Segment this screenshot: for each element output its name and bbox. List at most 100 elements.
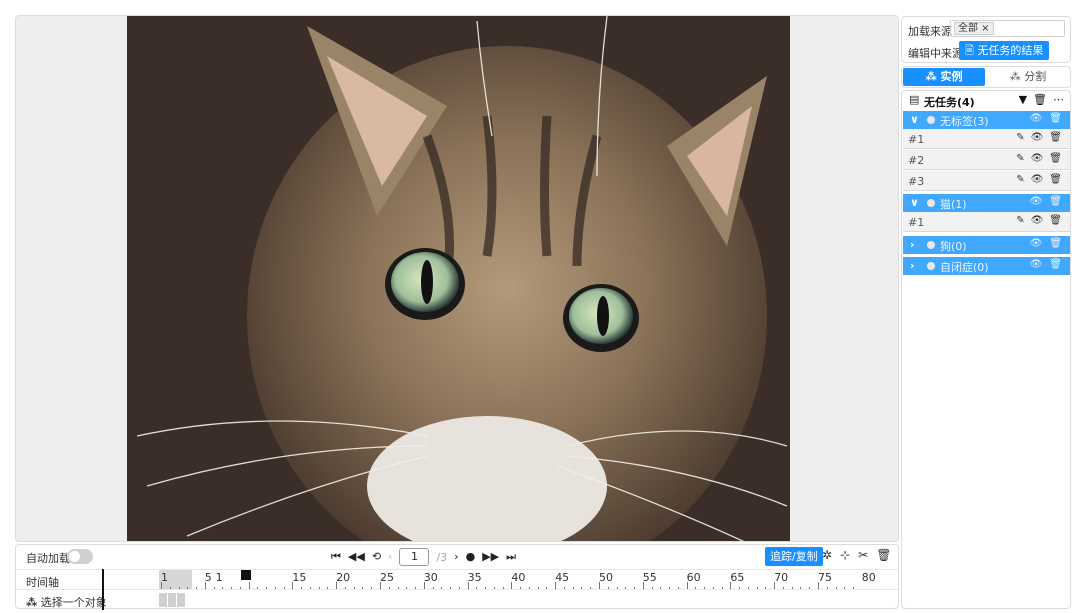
objects-icon: ⁂	[26, 596, 38, 609]
frame-number-input[interactable]: 1	[399, 548, 430, 566]
list-item[interactable]: #3 ✎ 👁 🗑	[903, 171, 1070, 191]
prev-frame-icon[interactable]: ‹	[388, 548, 392, 566]
settings-icon[interactable]: ✲	[822, 548, 832, 562]
instances-icon: ⁂	[925, 70, 937, 83]
select-object-label: ⁂ 选择一个对象	[26, 596, 107, 609]
delete-icon[interactable]: 🗑	[1049, 259, 1062, 270]
chevron-right-icon[interactable]: ›	[910, 238, 915, 251]
list-item[interactable]: #1 ✎ 👁 🗑	[903, 129, 1070, 149]
track-cell[interactable]	[159, 593, 167, 607]
delete-icon[interactable]: 🗑	[1049, 215, 1062, 226]
instance-list: ▤ 无任务(4) ▼ 🗑 ⋯ ∨ 无标签(3) 👁 🗑 #1 ✎ 👁 🗑 #2 ✎ 👁 🗑…	[901, 90, 1071, 609]
instance-label: #3	[908, 175, 925, 188]
delete-icon[interactable]: 🗑	[1049, 174, 1062, 185]
split-icon[interactable]: ⊹	[840, 548, 850, 562]
rewind-icon[interactable]: ◀◀	[348, 548, 365, 566]
edit-icon[interactable]: ✎	[1016, 215, 1024, 226]
object-track-cells[interactable]	[159, 593, 185, 607]
eye-icon[interactable]: 👁	[1030, 113, 1043, 124]
play-icon[interactable]: ●	[466, 548, 476, 566]
eye-icon[interactable]: 👁	[1030, 196, 1043, 207]
fast-forward-icon[interactable]: ▶▶	[482, 548, 499, 566]
image-canvas[interactable]	[15, 15, 899, 542]
last-frame-icon[interactable]: ⏭	[506, 548, 516, 566]
delete-icon[interactable]: 🗑	[1033, 93, 1047, 106]
task-title: 无任务(4)	[924, 96, 975, 109]
ruler-tick-label: 50	[599, 571, 613, 584]
next-frame-icon[interactable]: ›	[454, 548, 458, 566]
ruler-tick-label: 40	[511, 571, 526, 584]
playhead-handle[interactable]	[241, 570, 251, 580]
more-icon[interactable]: ⋯	[1053, 93, 1064, 106]
task-header: ▤ 无任务(4) ▼ 🗑 ⋯	[902, 91, 1070, 111]
load-source-select[interactable]: 全部 ×	[950, 20, 1065, 37]
eye-icon[interactable]: 👁	[1031, 132, 1044, 143]
ruler-tick-label: 25	[380, 571, 394, 584]
group-cat[interactable]: ∨ 猫(1) 👁 🗑	[903, 194, 1070, 212]
task-doc-icon: ▤	[909, 93, 920, 106]
load-source-label: 加载来源	[908, 25, 952, 38]
track-copy-button[interactable]: 追踪/复制	[765, 547, 823, 566]
group-label: 猫(1)	[940, 198, 967, 211]
ruler-tick-label: 70	[774, 571, 789, 584]
timeline-tools: ✲ ⊹ ✂ 🗑	[822, 548, 891, 562]
ruler-tick-label: 30	[423, 571, 438, 584]
timeline-row: 时间轴 1 5 1 15 20 25 30 35 40 45 50 55 60 65 70 75 80	[16, 569, 898, 590]
group-label: 无标签(3)	[940, 115, 989, 128]
source-panel: 加载来源 全部 × 编辑中来源 🗎 无任务的结果	[901, 16, 1071, 63]
tab-instances[interactable]: ⁂ 实例	[903, 68, 985, 86]
segmentation-icon: ⁂	[1009, 70, 1021, 83]
eye-icon[interactable]: 👁	[1031, 174, 1044, 185]
group-autism[interactable]: › 自闭症(0) 👁 🗑	[903, 257, 1070, 275]
group-label: 自闭症(0)	[940, 261, 989, 274]
cut-icon[interactable]: ✂	[858, 548, 868, 562]
edit-icon[interactable]: ✎	[1016, 174, 1024, 185]
delete-icon[interactable]: 🗑	[1049, 113, 1062, 124]
color-dot	[927, 262, 935, 270]
edit-source-button[interactable]: 🗎 无任务的结果	[959, 41, 1050, 60]
document-icon: 🗎	[965, 44, 974, 57]
tab-segmentation[interactable]: ⁂ 分割	[987, 68, 1069, 86]
playback-controls: ⏮ ◀◀ ⟲ ‹ 1 /3 › ● ▶▶ ⏭	[331, 548, 516, 566]
filter-icon[interactable]: ▼	[1019, 93, 1027, 106]
timeline-ruler[interactable]: 1 5 1 15 20 25 30 35 40 45 50 55 60 65 70 75 80	[159, 570, 894, 590]
list-item[interactable]: #1 ✎ 👁 🗑	[903, 212, 1070, 232]
autoload-toggle[interactable]	[67, 549, 93, 564]
chevron-down-icon[interactable]: ∨	[910, 196, 919, 209]
group-dog[interactable]: › 狗(0) 👁 🗑	[903, 236, 1070, 254]
track-cell[interactable]	[177, 593, 185, 607]
panel-tabs: ⁂ 实例 ⁂ 分割	[901, 66, 1071, 88]
track-cell[interactable]	[168, 593, 176, 607]
playhead-line	[102, 569, 104, 610]
group-label: 狗(0)	[940, 240, 967, 253]
cat-image[interactable]	[127, 16, 790, 541]
delete-icon[interactable]: 🗑	[1049, 153, 1062, 164]
eye-icon[interactable]: 👁	[1031, 215, 1044, 226]
player-toolbar: 自动加载 ⏮ ◀◀ ⟲ ‹ 1 /3 › ● ▶▶ ⏭ 追踪/复制 ✲ ⊹ ✂ …	[16, 545, 898, 569]
eye-icon[interactable]: 👁	[1030, 259, 1043, 270]
source-tag-all[interactable]: 全部 ×	[954, 22, 994, 35]
undo-icon[interactable]: ⟲	[372, 548, 381, 566]
ruler-tick-label: 80	[861, 571, 876, 584]
group-unlabeled[interactable]: ∨ 无标签(3) 👁 🗑	[903, 111, 1070, 129]
chevron-down-icon[interactable]: ∨	[910, 113, 919, 126]
player-panel: 自动加载 ⏮ ◀◀ ⟲ ‹ 1 /3 › ● ▶▶ ⏭ 追踪/复制 ✲ ⊹ ✂ …	[15, 544, 899, 610]
ruler-tick-label: 20	[336, 571, 351, 584]
ruler-tick-label: 65	[730, 571, 745, 584]
delete-icon[interactable]: 🗑	[876, 548, 891, 562]
delete-icon[interactable]: 🗑	[1049, 132, 1062, 143]
delete-icon[interactable]: 🗑	[1049, 238, 1062, 249]
delete-icon[interactable]: 🗑	[1049, 196, 1062, 207]
instance-label: #2	[908, 154, 925, 167]
ruler-tick-label: 75	[818, 571, 832, 584]
edit-icon[interactable]: ✎	[1016, 132, 1024, 143]
chevron-right-icon[interactable]: ›	[910, 259, 915, 272]
ruler-tick-label: 15	[292, 571, 307, 584]
eye-icon[interactable]: 👁	[1031, 153, 1044, 164]
annotation-app: 自动加载 ⏮ ◀◀ ⟲ ‹ 1 /3 › ● ▶▶ ⏭ 追踪/复制 ✲ ⊹ ✂ …	[0, 0, 1080, 613]
list-item[interactable]: #2 ✎ 👁 🗑	[903, 150, 1070, 170]
ruler-tick-label: 1	[161, 571, 168, 584]
first-frame-icon[interactable]: ⏮	[331, 548, 341, 566]
edit-icon[interactable]: ✎	[1016, 153, 1024, 164]
eye-icon[interactable]: 👁	[1030, 238, 1043, 249]
